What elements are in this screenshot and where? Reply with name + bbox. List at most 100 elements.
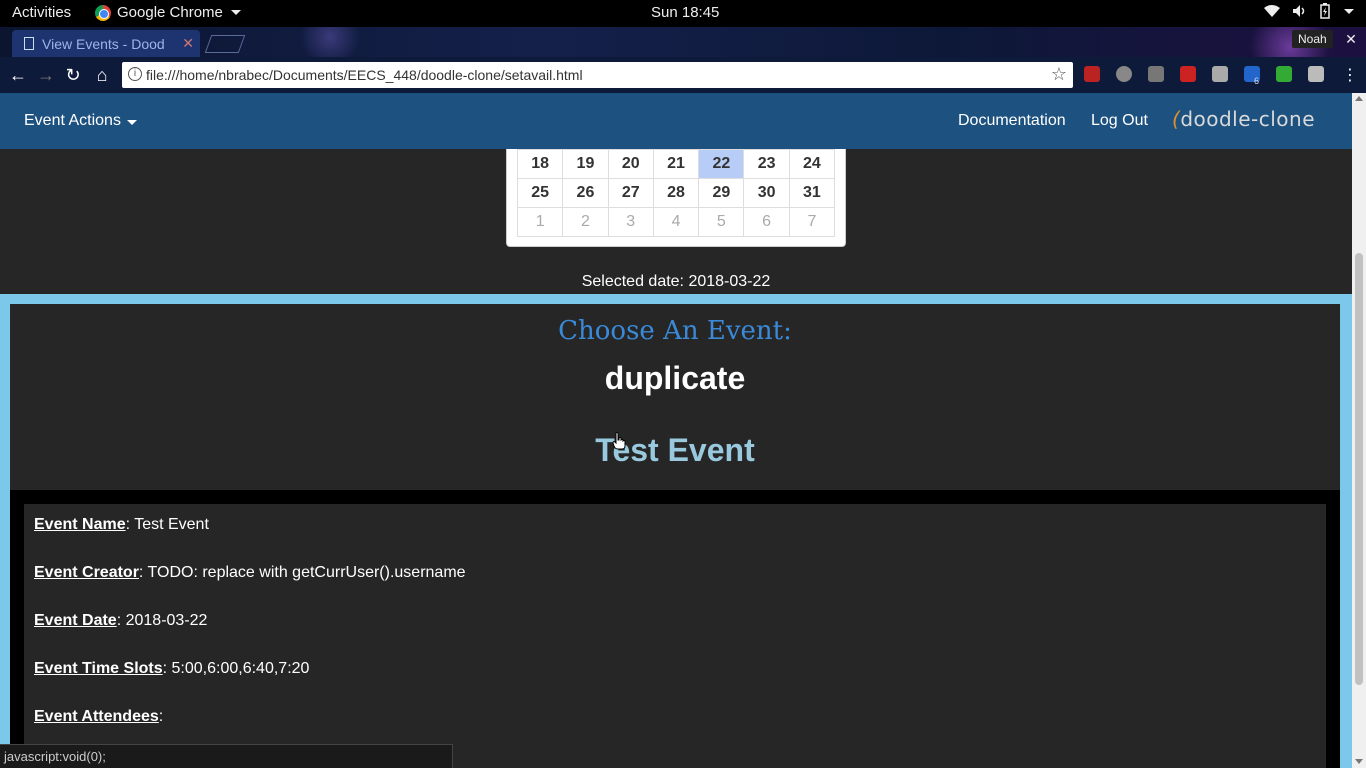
extension-icon[interactable] [1276, 66, 1292, 82]
browser-tab-strip: View Events - Dood ✕ Noah ✕ [0, 27, 1366, 57]
system-top-bar: Activities Google Chrome Sun 18:45 [0, 0, 1366, 27]
calendar-day-6[interactable]: 6 [743, 207, 790, 237]
info-icon[interactable]: i [128, 67, 142, 81]
app-name: Google Chrome [117, 4, 223, 21]
calendar-day-4[interactable]: 4 [652, 207, 700, 237]
calendar-day-28[interactable]: 28 [652, 178, 700, 208]
logout-link[interactable]: Log Out [1091, 112, 1148, 130]
calendar-day-7[interactable]: 7 [788, 207, 836, 237]
system-status-area[interactable] [1264, 3, 1354, 19]
event-date-row: Event Date: 2018-03-22 [34, 612, 1316, 630]
close-window-icon[interactable]: ✕ [1342, 30, 1360, 48]
volume-icon [1293, 5, 1305, 17]
event-date-value: : 2018-03-22 [116, 612, 208, 629]
event-link-test-event[interactable]: Test Event [10, 432, 1340, 469]
calendar-week-row: 18 19 20 21 22 23 24 [516, 149, 836, 179]
calendar-day-30[interactable]: 30 [743, 178, 790, 208]
hand-cursor-icon [612, 432, 626, 450]
event-name-row: Event Name: Test Event [34, 516, 1316, 534]
calendar-week-row: 1234567 [516, 207, 836, 237]
selected-date-text: Selected date: 2018-03-22 [581, 273, 771, 290]
new-tab-button[interactable] [204, 35, 246, 53]
event-name-value: : Test Event [125, 516, 209, 533]
battery-icon [1320, 3, 1330, 19]
event-date-label: Event Date [34, 612, 117, 629]
calendar-day-2[interactable]: 2 [562, 207, 609, 237]
event-creator-value: : TODO: replace with getCurrUser().usern… [138, 564, 466, 581]
event-creator-label: Event Creator [34, 564, 139, 581]
extension-icon[interactable] [1212, 66, 1228, 82]
forward-arrow-icon[interactable]: → [36, 65, 56, 85]
scrollbar-thumb[interactable] [1355, 253, 1363, 685]
event-details: Event Name: Test Event Event Creator: TO… [24, 504, 1326, 768]
chevron-down-icon [230, 10, 241, 15]
calendar-day-20[interactable]: 20 [607, 149, 654, 179]
page-scrollbar[interactable] [1352, 93, 1366, 768]
chevron-down-icon [127, 120, 138, 125]
event-time-slots-value: : 5:00,6:00,6:40,7:20 [162, 660, 310, 677]
event-details-container: Event Name: Test Event Event Creator: TO… [10, 490, 1340, 768]
calendar-day-26[interactable]: 26 [562, 178, 609, 208]
event-time-slots-row: Event Time Slots: 5:00,6:00,6:40,7:20 [34, 660, 1316, 678]
url-text: file:///home/nbrabec/Documents/EECS_448/… [146, 67, 583, 83]
browser-tab[interactable]: View Events - Dood ✕ [12, 30, 200, 57]
brand-text: doodle-clone [1180, 107, 1316, 131]
calendar-day-27[interactable]: 27 [607, 178, 654, 208]
activities-button[interactable]: Activities [12, 4, 71, 21]
bookmark-star-icon[interactable]: ☆ [1051, 64, 1067, 85]
calendar-day-23[interactable]: 23 [743, 149, 790, 179]
back-arrow-icon[interactable]: ← [8, 65, 28, 85]
event-attendees-label: Event Attendees [34, 708, 159, 725]
extension-icon[interactable] [1116, 66, 1132, 82]
extension-badge: 6 [1254, 76, 1260, 86]
reload-icon[interactable]: ↻ [63, 65, 83, 85]
chrome-menu-icon[interactable]: ⋮ [1340, 66, 1360, 86]
close-tab-icon[interactable]: ✕ [182, 35, 194, 52]
page-viewport: Event Actions Documentation Log Out (doo… [0, 93, 1352, 768]
scroll-down-arrow-icon[interactable] [1355, 759, 1363, 764]
events-section: Choose An Event: duplicate Test Event Ev… [0, 294, 1352, 768]
choose-event-heading: Choose An Event: [558, 316, 792, 346]
extension-icon[interactable]: 6 [1244, 66, 1260, 86]
tab-title: View Events - Dood [42, 36, 165, 52]
brand-logo[interactable]: (doodle-clone [1172, 107, 1315, 131]
calendar-day-5[interactable]: 5 [698, 207, 745, 237]
link-status-bar: javascript:void(0); [0, 744, 453, 768]
extension-icon[interactable] [1308, 66, 1324, 82]
calendar-day-22[interactable]: 22 [698, 149, 745, 179]
calendar-day-19[interactable]: 19 [562, 149, 609, 179]
event-actions-label: Event Actions [24, 112, 121, 129]
calendar-day-18[interactable]: 18 [516, 149, 564, 179]
extension-icon[interactable] [1180, 66, 1196, 82]
calendar-grid: 18 19 20 21 22 23 24 25 26 27 28 29 30 31 1 2 3 4 5 6 7 [516, 149, 836, 237]
wifi-icon [1264, 5, 1280, 17]
calendar-day-21[interactable]: 21 [652, 149, 700, 179]
calendar-day-25[interactable]: 25 [516, 178, 564, 208]
calendar-day-31[interactable]: 31 [788, 178, 836, 208]
event-link-duplicate[interactable]: duplicate [10, 360, 1340, 397]
event-attendees-row: Event Attendees: [34, 708, 1316, 726]
chevron-down-icon [1344, 8, 1354, 14]
site-navbar: Event Actions Documentation Log Out (doo… [0, 93, 1352, 149]
calendar-day-3[interactable]: 3 [607, 207, 654, 237]
event-creator-row: Event Creator: TODO: replace with getCur… [34, 564, 1316, 582]
calendar-day-1[interactable]: 1 [516, 207, 564, 237]
documentation-link[interactable]: Documentation [958, 112, 1066, 130]
profile-button[interactable]: Noah [1292, 30, 1333, 48]
address-bar[interactable]: i file:///home/nbrabec/Documents/EECS_44… [122, 62, 1073, 88]
document-icon [24, 37, 34, 50]
calendar-week-row: 25 26 27 28 29 30 31 [516, 178, 836, 208]
extension-icon[interactable] [1148, 66, 1164, 82]
calendar-day-29[interactable]: 29 [698, 178, 745, 208]
home-icon[interactable]: ⌂ [92, 65, 112, 85]
clock[interactable]: Sun 18:45 [651, 4, 719, 21]
event-actions-dropdown[interactable]: Event Actions [24, 112, 138, 130]
event-name-label: Event Name [34, 516, 126, 533]
app-menu[interactable]: Google Chrome [95, 4, 241, 21]
calendar-day-24[interactable]: 24 [788, 149, 836, 179]
chrome-icon [95, 4, 111, 21]
date-picker-calendar: 18 19 20 21 22 23 24 25 26 27 28 29 30 31 1 2 3 4 5 6 7 [506, 149, 846, 247]
event-attendees-colon: : [158, 708, 164, 725]
ublock-extension-icon[interactable] [1084, 66, 1100, 82]
scroll-up-arrow-icon[interactable] [1355, 96, 1363, 101]
